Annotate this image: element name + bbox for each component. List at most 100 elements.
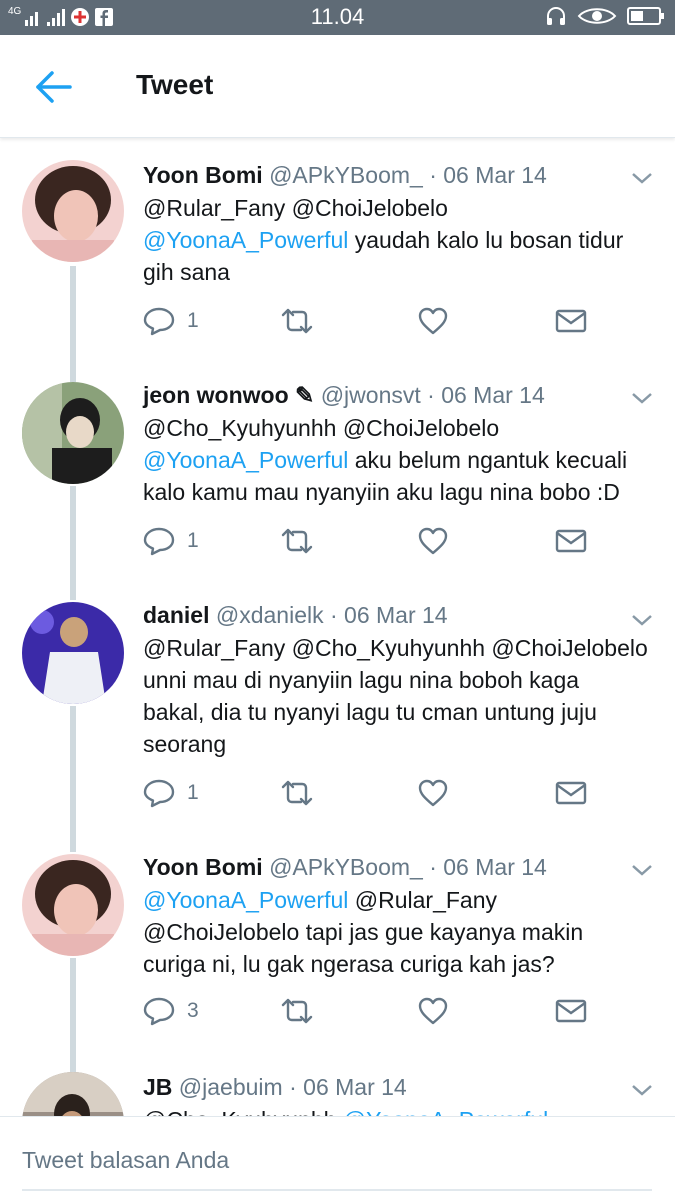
tweet-date[interactable]: 06 Mar 14	[443, 854, 547, 880]
tweet-line: @YoonaA_Powerful yaudah kalo lu bosan ti…	[143, 224, 653, 256]
like-button[interactable]	[417, 776, 449, 810]
tweet-date[interactable]: 06 Mar 14	[344, 602, 448, 628]
tweet-text: @Cho_Kyuhyunhh @YoonaA_Powerful	[143, 1104, 653, 1116]
headphones-icon	[547, 7, 565, 25]
chevron-down-icon[interactable]	[630, 390, 654, 406]
reply-button[interactable]: 3	[143, 994, 199, 1028]
user-handle[interactable]: @jaebuim	[179, 1074, 283, 1100]
user-handle[interactable]: @APkYBoom_	[269, 162, 423, 188]
reply-count: 1	[187, 309, 199, 332]
tweet-item[interactable]: daniel @xdanielk · 06 Mar 14 @Rular_Fany…	[0, 600, 675, 852]
tweet-line: seorang	[143, 728, 653, 760]
thread-line	[70, 266, 76, 380]
user-name[interactable]: jeon wonwoo ✎	[143, 382, 314, 408]
retweet-icon	[281, 998, 313, 1024]
retweet-button[interactable]	[279, 524, 315, 558]
envelope-icon	[555, 309, 587, 333]
retweet-button[interactable]	[279, 994, 315, 1028]
retweet-icon	[281, 308, 313, 334]
user-handle[interactable]: @jwonsvt	[321, 382, 421, 408]
back-arrow-icon[interactable]	[32, 67, 74, 107]
tweet-item[interactable]: Yoon Bomi @APkYBoom_ · 06 Mar 14 @YoonaA…	[0, 852, 675, 1072]
chevron-down-icon[interactable]	[630, 1082, 654, 1098]
envelope-icon	[555, 781, 587, 805]
tweet-actions: 1	[143, 776, 603, 810]
avatar[interactable]	[22, 160, 124, 262]
dm-button[interactable]	[555, 304, 587, 338]
user-name[interactable]: Yoon Bomi	[143, 162, 263, 188]
user-handle[interactable]: @APkYBoom_	[269, 854, 423, 880]
mention-link[interactable]: @YoonaA_Powerful	[143, 227, 348, 253]
heart-icon	[418, 307, 448, 335]
app-bar: Tweet	[0, 35, 675, 138]
chevron-down-icon[interactable]	[630, 170, 654, 186]
tweet-line: @Cho_Kyuhyunhh @YoonaA_Powerful	[143, 1104, 653, 1116]
avatar[interactable]	[22, 1072, 124, 1116]
retweet-button[interactable]	[279, 776, 315, 810]
tweet-text-segment: @Rular_Fany @ChoiJelobelo	[143, 195, 448, 221]
tweet-text: @YoonaA_Powerful @Rular_Fany @ChoiJelobe…	[143, 884, 653, 980]
avatar[interactable]	[22, 602, 124, 704]
tweet-actions: 1	[143, 524, 603, 558]
reply-count: 1	[187, 529, 199, 552]
chevron-down-icon[interactable]	[630, 612, 654, 628]
tweet-line: kalo kamu mau nyanyiin aku lagu nina bob…	[143, 476, 653, 508]
tweet-text-segment: aku belum ngantuk kecuali	[348, 447, 628, 473]
tweet-line: @YoonaA_Powerful aku belum ngantuk kecua…	[143, 444, 653, 476]
envelope-icon	[555, 529, 587, 553]
input-underline	[22, 1189, 652, 1191]
tweet-header: Yoon Bomi @APkYBoom_ · 06 Mar 14	[143, 160, 547, 190]
reply-button[interactable]: 1	[143, 776, 199, 810]
avatar[interactable]	[22, 854, 124, 956]
mention-link[interactable]: @YoonaA_Powerful	[143, 887, 348, 913]
user-name[interactable]: daniel	[143, 602, 209, 628]
avatar[interactable]	[22, 382, 124, 484]
avatar-image	[22, 854, 124, 956]
like-button[interactable]	[417, 524, 449, 558]
tweet-text-segment: kalo kamu mau nyanyiin aku lagu nina bob…	[143, 479, 620, 505]
thread-line	[70, 706, 76, 852]
user-name[interactable]: JB	[143, 1074, 172, 1100]
dot-separator: ·	[289, 1074, 297, 1100]
tweet-text: @Rular_Fany @Cho_Kyuhyunhh @ChoiJelobelo…	[143, 632, 653, 760]
tweet-date[interactable]: 06 Mar 14	[443, 162, 547, 188]
mention-link[interactable]: @YoonaA_Powerful	[143, 447, 348, 473]
retweet-button[interactable]	[279, 304, 315, 338]
reply-feed: Yoon Bomi @APkYBoom_ · 06 Mar 14 @Rular_…	[0, 140, 675, 1116]
tweet-item[interactable]: jeon wonwoo ✎ @jwonsvt · 06 Mar 14 @Cho_…	[0, 380, 675, 600]
battery-icon	[627, 7, 664, 25]
reply-icon	[143, 527, 175, 556]
tweet-text-segment: @ChoiJelobelo tapi jas gue kayanya makin	[143, 919, 584, 945]
tweet-item[interactable]: Yoon Bomi @APkYBoom_ · 06 Mar 14 @Rular_…	[0, 160, 675, 380]
dot-separator: ·	[429, 854, 437, 880]
user-name[interactable]: Yoon Bomi	[143, 854, 263, 880]
dm-button[interactable]	[555, 994, 587, 1028]
page-title: Tweet	[136, 69, 214, 100]
heart-icon	[418, 527, 448, 555]
like-button[interactable]	[417, 304, 449, 338]
tweet-text-segment: @Cho_Kyuhyunhh	[143, 1107, 343, 1116]
tweet-date[interactable]: 06 Mar 14	[441, 382, 545, 408]
dm-button[interactable]	[555, 524, 587, 558]
envelope-icon	[555, 999, 587, 1023]
tweet-date[interactable]: 06 Mar 14	[303, 1074, 407, 1100]
avatar-image	[22, 160, 124, 262]
like-button[interactable]	[417, 994, 449, 1028]
reply-input[interactable]: Tweet balasan Anda	[22, 1147, 642, 1174]
reply-count: 1	[187, 781, 199, 804]
tweet-text: @Rular_Fany @ChoiJelobelo @YoonaA_Powerf…	[143, 192, 653, 288]
reply-button[interactable]: 1	[143, 304, 199, 338]
tweet-line: @Rular_Fany @ChoiJelobelo	[143, 192, 653, 224]
reply-icon	[143, 997, 175, 1026]
tweet-item[interactable]: JB @jaebuim · 06 Mar 14 @Cho_Kyuhyunhh @…	[0, 1072, 675, 1116]
tweet-header: JB @jaebuim · 06 Mar 14	[143, 1072, 407, 1102]
dm-button[interactable]	[555, 776, 587, 810]
reply-composer: Tweet balasan Anda	[0, 1116, 675, 1201]
user-handle[interactable]: @xdanielk	[216, 602, 324, 628]
chevron-down-icon[interactable]	[630, 862, 654, 878]
tweet-line: @ChoiJelobelo tapi jas gue kayanya makin	[143, 916, 653, 948]
mention-link[interactable]: @YoonaA_Powerful	[343, 1107, 548, 1116]
tweet-actions: 1	[143, 304, 603, 338]
tweet-text-segment: unni mau di nyanyiin lagu nina boboh kag…	[143, 667, 580, 693]
reply-button[interactable]: 1	[143, 524, 199, 558]
